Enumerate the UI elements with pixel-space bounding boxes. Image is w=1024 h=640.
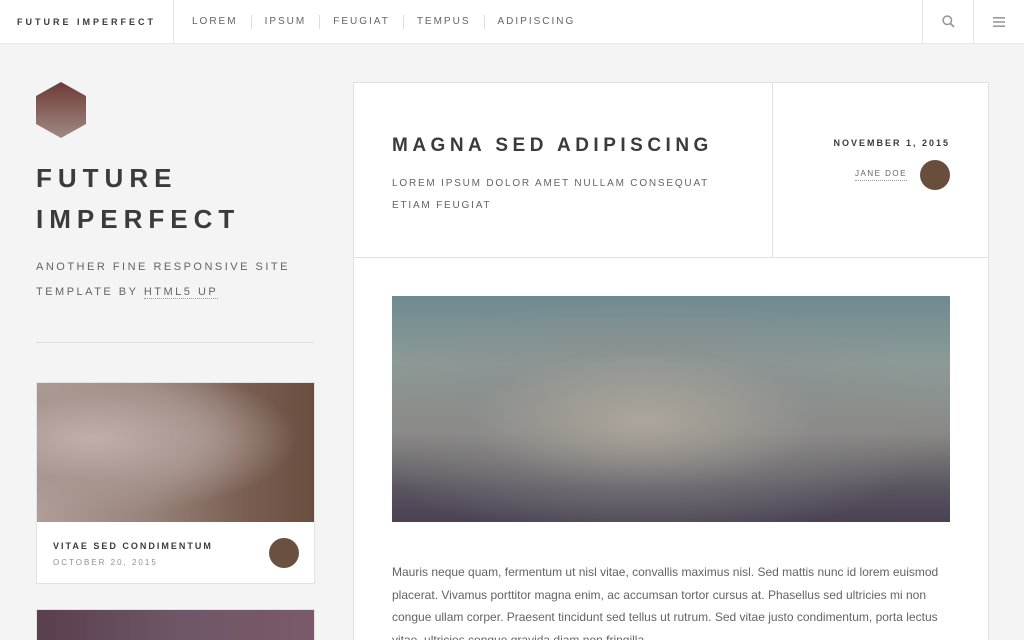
header-brand[interactable]: FUTURE IMPERFECT bbox=[0, 0, 174, 43]
menu-icon bbox=[993, 16, 1005, 27]
site-title-line2: IMPERFECT bbox=[36, 204, 241, 234]
nav-link-adipiscing[interactable]: ADIPISCING bbox=[483, 14, 589, 29]
header-nav: LOREM IPSUM FEUGIAT TEMPUS ADIPISCING bbox=[174, 0, 922, 43]
post-body: Mauris neque quam, fermentum ut nisl vit… bbox=[392, 565, 939, 640]
mini-post-title[interactable]: VITAE SED CONDIMENTUM bbox=[53, 541, 213, 551]
nav-link-feugiat[interactable]: FEUGIAT bbox=[319, 14, 403, 29]
post-title-box: MAGNA SED ADIPISCING LOREM IPSUM DOLOR A… bbox=[354, 83, 773, 258]
nav-link-ipsum[interactable]: IPSUM bbox=[250, 14, 320, 29]
search-button[interactable] bbox=[922, 0, 973, 43]
mini-post-image[interactable] bbox=[36, 609, 315, 640]
mini-post-image[interactable] bbox=[37, 383, 314, 522]
site-title: FUTURE IMPERFECT bbox=[36, 158, 326, 240]
html5up-link[interactable]: HTML5 UP bbox=[143, 286, 219, 299]
hexagon-logo-icon[interactable] bbox=[36, 82, 86, 138]
post: MAGNA SED ADIPISCING LOREM IPSUM DOLOR A… bbox=[353, 82, 989, 640]
post-title[interactable]: MAGNA SED ADIPISCING bbox=[392, 135, 713, 157]
menu-button[interactable] bbox=[973, 0, 1024, 43]
post-subtitle: LOREM IPSUM DOLOR AMET NULLAM CONSEQUAT … bbox=[392, 178, 709, 211]
post-image[interactable] bbox=[392, 296, 950, 522]
search-icon bbox=[941, 15, 955, 28]
mini-post-author-avatar[interactable] bbox=[269, 538, 299, 568]
nav-link-tempus[interactable]: TEMPUS bbox=[402, 14, 484, 29]
mini-post: VITAE SED CONDIMENTUM OCTOBER 20, 2015 bbox=[36, 382, 315, 584]
mini-post-date: OCTOBER 20, 2015 bbox=[53, 558, 158, 567]
top-header: FUTURE IMPERFECT LOREM IPSUM FEUGIAT TEM… bbox=[0, 0, 1024, 44]
post-header: MAGNA SED ADIPISCING LOREM IPSUM DOLOR A… bbox=[354, 83, 988, 258]
post-date: NOVEMBER 1, 2015 bbox=[833, 138, 950, 148]
site-subtitle: ANOTHER FINE RESPONSIVE SITE TEMPLATE BY… bbox=[36, 255, 326, 305]
site-title-line1: FUTURE bbox=[36, 163, 178, 193]
post-author-avatar[interactable] bbox=[920, 160, 950, 190]
sidebar-divider bbox=[36, 342, 314, 343]
post-author-name[interactable]: JANE DOE bbox=[854, 169, 907, 181]
nav-link-lorem[interactable]: LOREM bbox=[192, 15, 251, 29]
